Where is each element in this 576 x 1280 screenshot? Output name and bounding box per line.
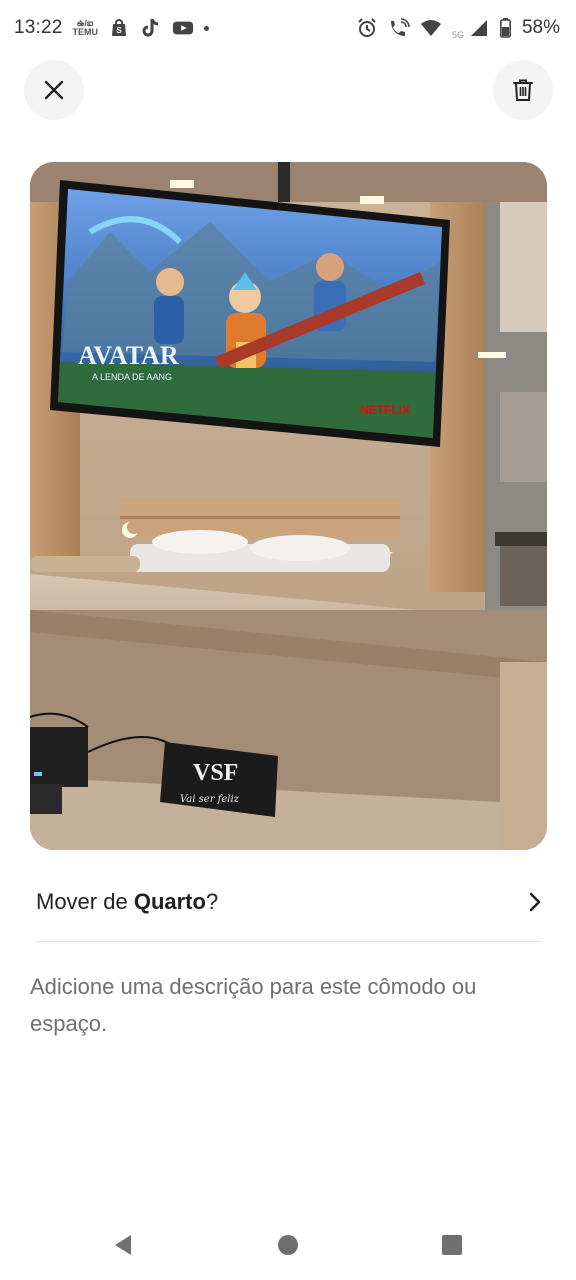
sign-text: VSF xyxy=(193,760,238,786)
alarm-icon xyxy=(356,17,378,39)
divider xyxy=(36,941,542,942)
wifi-calling-icon xyxy=(388,17,410,39)
temu-notification-icon: ఉ/ఐ TEMU xyxy=(73,19,99,37)
screen: 13:22 ఉ/ఐ TEMU S 5G 58% AVATAR A LENDA D… xyxy=(0,0,576,1280)
tv-brand: NETFLIX xyxy=(360,403,410,417)
cell-signal-icon xyxy=(468,17,490,39)
current-room-name: Quarto xyxy=(133,889,206,914)
temu-label-bottom: TEMU xyxy=(72,27,99,37)
description-input[interactable]: Adicione uma descrição para este cômodo … xyxy=(30,968,540,1042)
wifi-icon xyxy=(420,17,442,39)
move-room-label: Mover de Quarto? xyxy=(36,889,218,915)
tv-title: AVATAR xyxy=(78,341,179,370)
nav-home-button[interactable] xyxy=(273,1230,303,1260)
battery-icon xyxy=(500,17,512,39)
close-icon xyxy=(44,80,64,100)
move-suffix: ? xyxy=(205,889,219,914)
youtube-icon xyxy=(172,17,194,39)
trash-icon xyxy=(513,79,533,101)
battery-percent: 58% xyxy=(521,17,560,38)
back-triangle-icon xyxy=(115,1235,131,1255)
svg-text:S: S xyxy=(116,26,122,35)
room-photo[interactable]: AVATAR A LENDA DE AANG NETFLIX VSF Vai s… xyxy=(30,162,547,850)
tv-subtitle: A LENDA DE AANG xyxy=(92,372,172,382)
chevron-right-icon xyxy=(529,892,541,912)
recents-square-icon xyxy=(442,1235,462,1255)
nav-back-button[interactable] xyxy=(108,1230,138,1260)
home-circle-icon xyxy=(278,1235,298,1255)
move-prefix: Mover de xyxy=(36,889,134,914)
close-button[interactable] xyxy=(24,60,84,120)
status-bar: 13:22 ఉ/ఐ TEMU S 5G 58% xyxy=(0,0,576,56)
move-room-row[interactable]: Mover de Quarto? xyxy=(36,872,542,932)
delete-button[interactable] xyxy=(493,60,553,120)
sign-script: Vai ser feliz xyxy=(180,794,240,805)
nav-recents-button[interactable] xyxy=(437,1230,467,1260)
more-notifications-dot xyxy=(204,25,210,31)
status-left: 13:22 ఉ/ఐ TEMU S xyxy=(14,17,210,39)
tiktok-icon xyxy=(140,17,162,39)
status-right: 5G 58% xyxy=(356,16,560,40)
status-time: 13:22 xyxy=(14,17,63,38)
shopping-bag-icon: S xyxy=(108,17,130,39)
system-nav-bar xyxy=(0,1210,576,1280)
network-type-label: 5G xyxy=(451,30,464,40)
